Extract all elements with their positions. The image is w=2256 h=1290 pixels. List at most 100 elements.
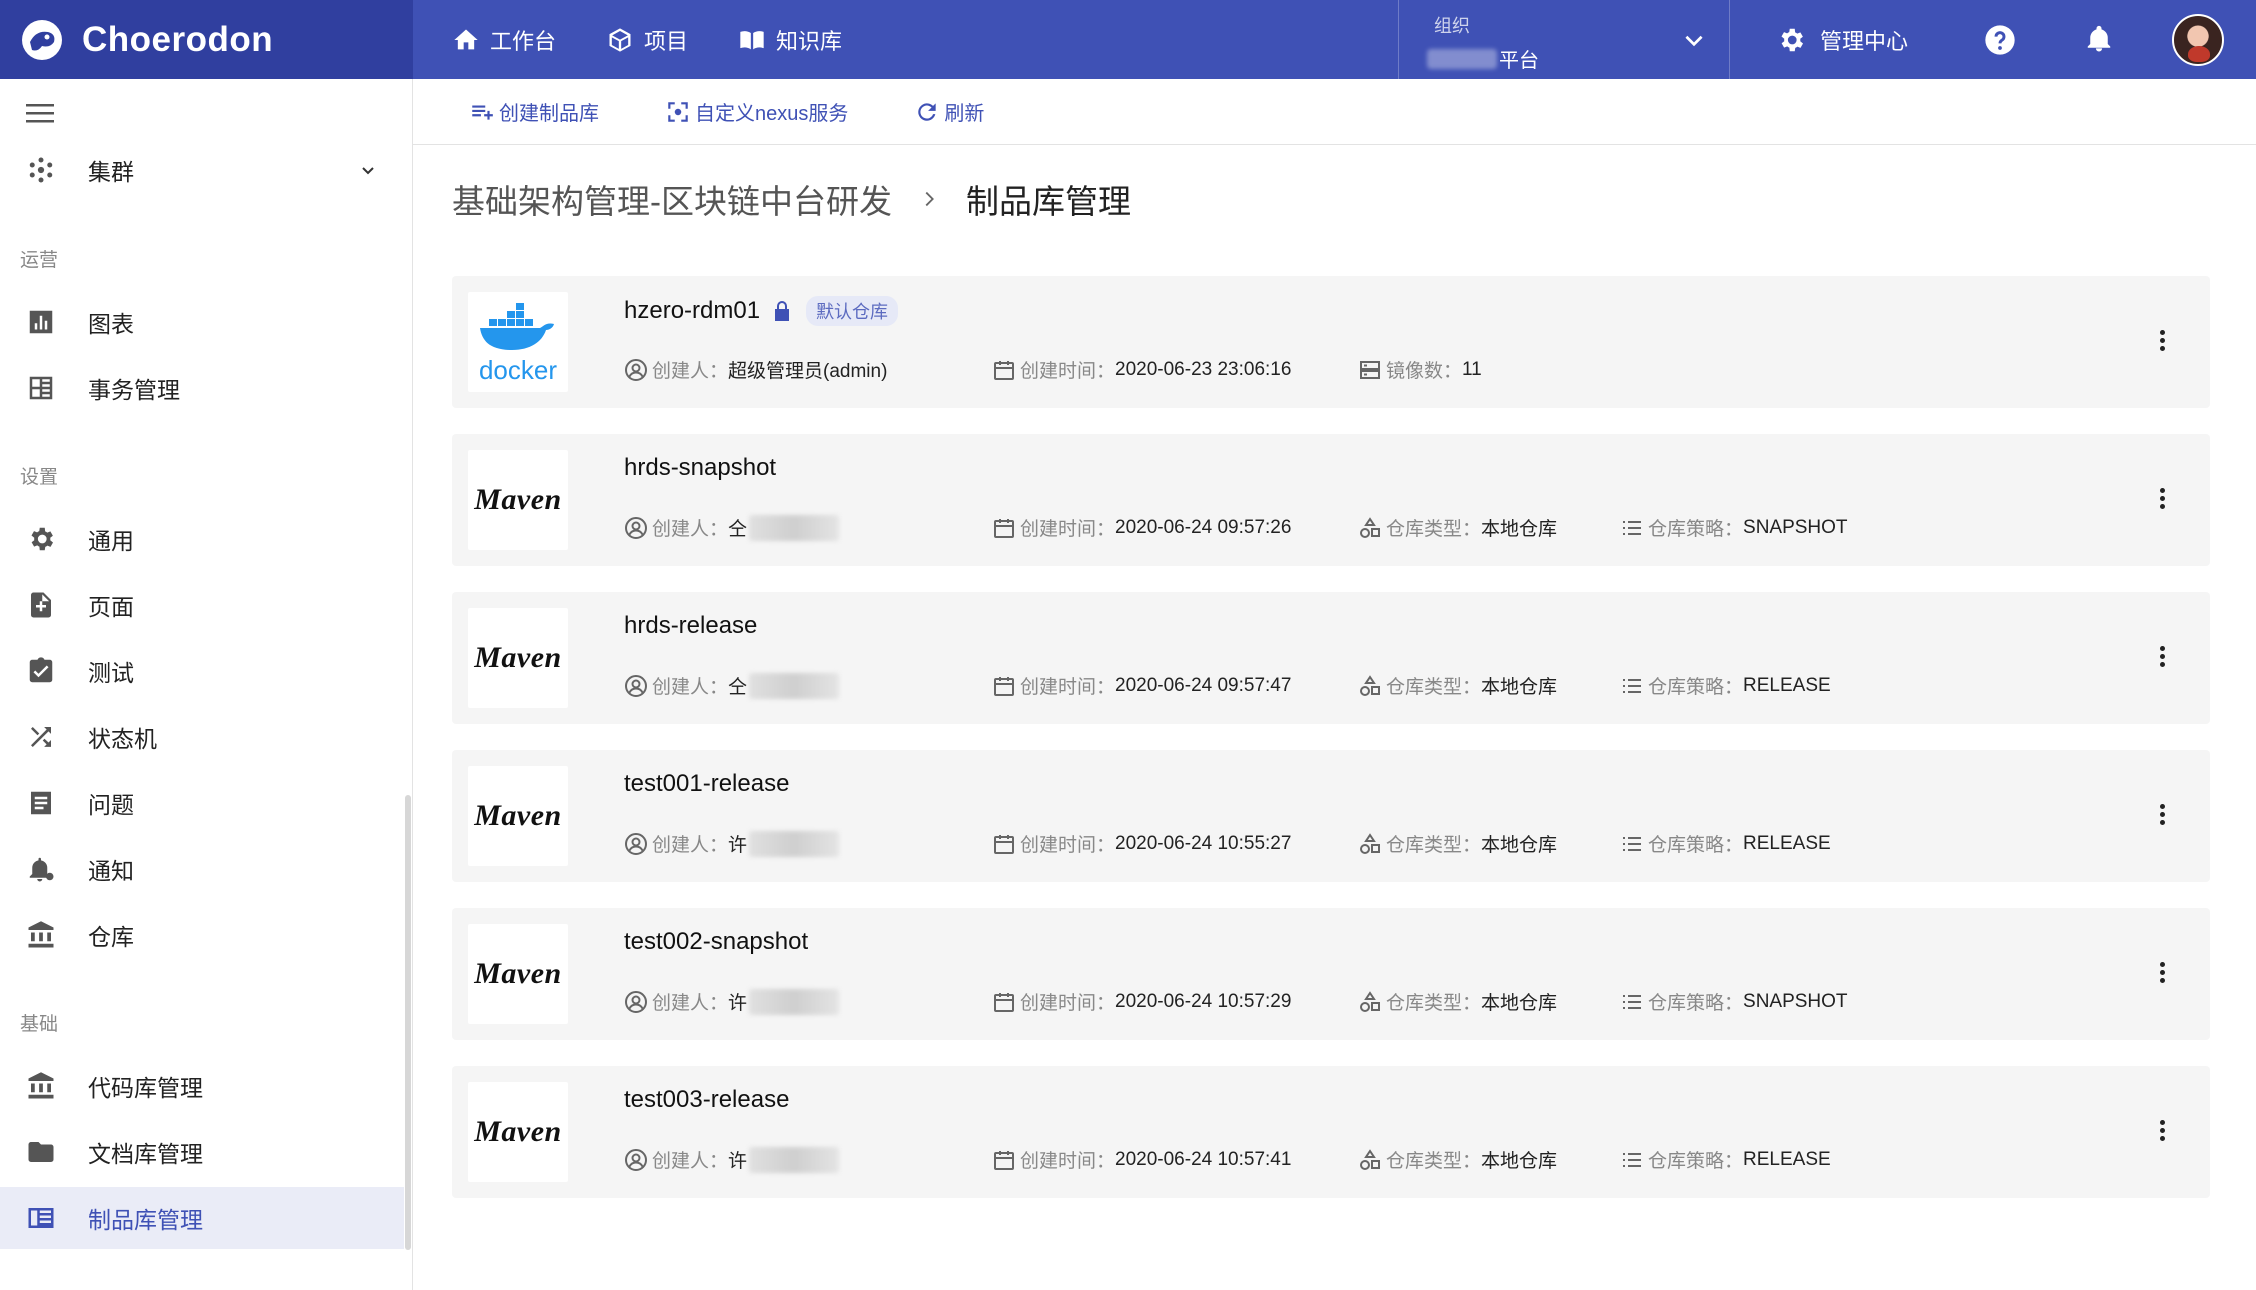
repo-name: hrds-release (624, 612, 757, 640)
sidebar-item-state-machine[interactable]: 状态机 (0, 706, 404, 768)
maven-logo: Maven (468, 924, 568, 1024)
nav-project[interactable]: 项目 (606, 24, 688, 56)
menu-icon[interactable] (26, 101, 54, 125)
repo-type-value: 本地仓库 (1481, 677, 1558, 698)
top-header: Choerodon 工作台 项目 知识库 组织 平台 管理中心 (0, 0, 2256, 79)
list-icon (1623, 678, 1641, 693)
creator-redacted (749, 1146, 840, 1173)
repo-policy: 仓库策略： RELEASE (1620, 672, 1831, 699)
creator-value: 许 (728, 1151, 748, 1172)
maven-logo: Maven (468, 450, 568, 550)
refresh-icon (918, 102, 937, 121)
more-dot-icon (2159, 961, 2165, 967)
sidebar-item-code-repo[interactable]: 代码库管理 (0, 1055, 404, 1117)
sidebar-item-test[interactable]: 测试 (0, 640, 404, 702)
repo-image-count: 镜像数： 11 (1358, 356, 1482, 383)
repo-type-label: 仓库类型： (1386, 519, 1482, 540)
more-dot-icon (2159, 503, 2165, 509)
sidebar-item-affairs[interactable]: 事务管理 (0, 357, 404, 419)
breadcrumb-parent[interactable]: 基础架构管理-区块链中台研发 (452, 175, 892, 223)
repo-creator: 创建人： 许 (624, 830, 840, 857)
chevron-down-icon (362, 167, 374, 175)
creator-redacted (749, 988, 840, 1015)
create-repo-label: 创建制品库 (499, 103, 599, 125)
more-actions-button[interactable] (2154, 482, 2170, 514)
maven-logo-text: Maven (474, 483, 562, 516)
nav-workbench[interactable]: 工作台 (452, 24, 556, 56)
more-actions-button[interactable] (2154, 324, 2170, 356)
default-repo-badge: 默认仓库 (806, 296, 899, 326)
sidebar-item-warehouse[interactable]: 仓库 (0, 904, 404, 966)
nav-knowledge[interactable]: 知识库 (738, 24, 842, 56)
creator-label: 创建人： (652, 1151, 729, 1172)
repo-card[interactable]: Maven test002-snapshot 创建人： 许 创建时间： 2020… (452, 908, 2210, 1040)
sidebar-item-issue[interactable]: 问题 (0, 772, 404, 834)
refresh-button[interactable]: 刷新 (914, 97, 984, 126)
shapes-icon (1360, 832, 1380, 854)
calendar-icon (994, 1150, 1014, 1170)
sidebar-item-general[interactable]: 通用 (0, 508, 404, 570)
repo-policy-label: 仓库策略： (1648, 993, 1744, 1014)
sidebar-item-cluster[interactable]: 集群 (0, 139, 404, 201)
repo-created-time: 创建时间： 2020-06-24 10:55:27 (992, 830, 1291, 857)
sidebar-item-label: 仓库 (88, 924, 134, 950)
repo-creator: 创建人： 超级管理员(admin) (624, 356, 887, 383)
toolbar: 创建制品库 自定义nexus服务 刷新 (413, 79, 2256, 145)
group-label-basic: 基础 (20, 1014, 59, 1035)
help-icon[interactable] (1984, 24, 2016, 56)
created-time-label: 创建时间： (1020, 519, 1116, 540)
avatar[interactable] (2172, 14, 2224, 66)
repo-policy-label: 仓库策略： (1648, 835, 1744, 856)
created-time-label: 创建时间： (1020, 677, 1116, 698)
more-actions-button[interactable] (2154, 798, 2170, 830)
sidebar-item-page[interactable]: 页面 (0, 574, 404, 636)
maven-logo-text: Maven (474, 799, 562, 832)
custom-nexus-button[interactable]: 自定义nexus服务 (665, 97, 848, 126)
maven-logo-text: Maven (474, 1115, 562, 1148)
playlist-add-icon (472, 105, 493, 120)
artifact-icon (28, 1208, 54, 1228)
creator-label: 创建人： (652, 835, 729, 856)
repo-type-label: 仓库类型： (1386, 677, 1482, 698)
group-label-ops: 运营 (20, 250, 59, 271)
repo-list: docker hzero-rdm01 默认仓库 创建人： 超级管理员(admin… (452, 276, 2210, 1224)
repo-type-label: 仓库类型： (1386, 1151, 1482, 1172)
repo-created-time: 创建时间： 2020-06-23 23:06:16 (992, 356, 1291, 383)
logo-area[interactable]: Choerodon (0, 0, 413, 79)
repo-policy-value: SNAPSHOT (1743, 990, 1848, 1012)
more-actions-button[interactable] (2154, 1114, 2170, 1146)
repo-card[interactable]: Maven test003-release 创建人： 许 创建时间： 2020-… (452, 1066, 2210, 1198)
calendar-icon (994, 992, 1014, 1012)
bank-icon (28, 1072, 54, 1099)
more-dot-icon (2159, 819, 2165, 825)
org-value: 平台 (1427, 44, 1539, 73)
repo-created-time: 创建时间： 2020-06-24 10:57:29 (992, 988, 1291, 1015)
repo-card[interactable]: Maven hrds-snapshot 创建人： 仝 创建时间： 2020-06… (452, 434, 2210, 566)
more-dot-icon (2159, 803, 2165, 809)
more-actions-button[interactable] (2154, 640, 2170, 672)
sidebar-item-artifact-repo[interactable]: 制品库管理 (0, 1187, 404, 1249)
sidebar-item-chart[interactable]: 图表 (0, 291, 404, 353)
repo-policy-value: SNAPSHOT (1743, 516, 1848, 538)
repo-type-value: 本地仓库 (1481, 993, 1558, 1014)
book-icon (740, 30, 764, 49)
repo-card[interactable]: docker hzero-rdm01 默认仓库 创建人： 超级管理员(admin… (452, 276, 2210, 408)
repo-created-time: 创建时间： 2020-06-24 09:57:47 (992, 672, 1291, 699)
create-repo-button[interactable]: 创建制品库 (469, 97, 599, 126)
sidebar-item-label: 事务管理 (88, 377, 180, 403)
repo-name-text: hrds-release (624, 612, 758, 639)
sidebar-item-doc-repo[interactable]: 文档库管理 (0, 1121, 404, 1183)
repo-name-text: test003-release (624, 1086, 790, 1113)
admin-center-button[interactable]: 管理中心 (1776, 0, 1908, 79)
group-label-settings: 设置 (20, 467, 59, 488)
org-selector[interactable]: 组织 平台 (1398, 0, 1730, 79)
org-value-text: 平台 (1499, 50, 1539, 72)
bell-icon[interactable] (2084, 24, 2114, 54)
sidebar-scrollbar[interactable] (405, 795, 411, 1250)
sidebar-item-notice[interactable]: 通知 (0, 838, 404, 900)
sidebar-item-label: 文档库管理 (88, 1141, 203, 1167)
more-actions-button[interactable] (2154, 956, 2170, 988)
repo-card[interactable]: Maven hrds-release 创建人： 仝 创建时间： 2020-06-… (452, 592, 2210, 724)
repo-card[interactable]: Maven test001-release 创建人： 许 创建时间： 2020-… (452, 750, 2210, 882)
sidebar-item-label: 集群 (88, 159, 134, 185)
